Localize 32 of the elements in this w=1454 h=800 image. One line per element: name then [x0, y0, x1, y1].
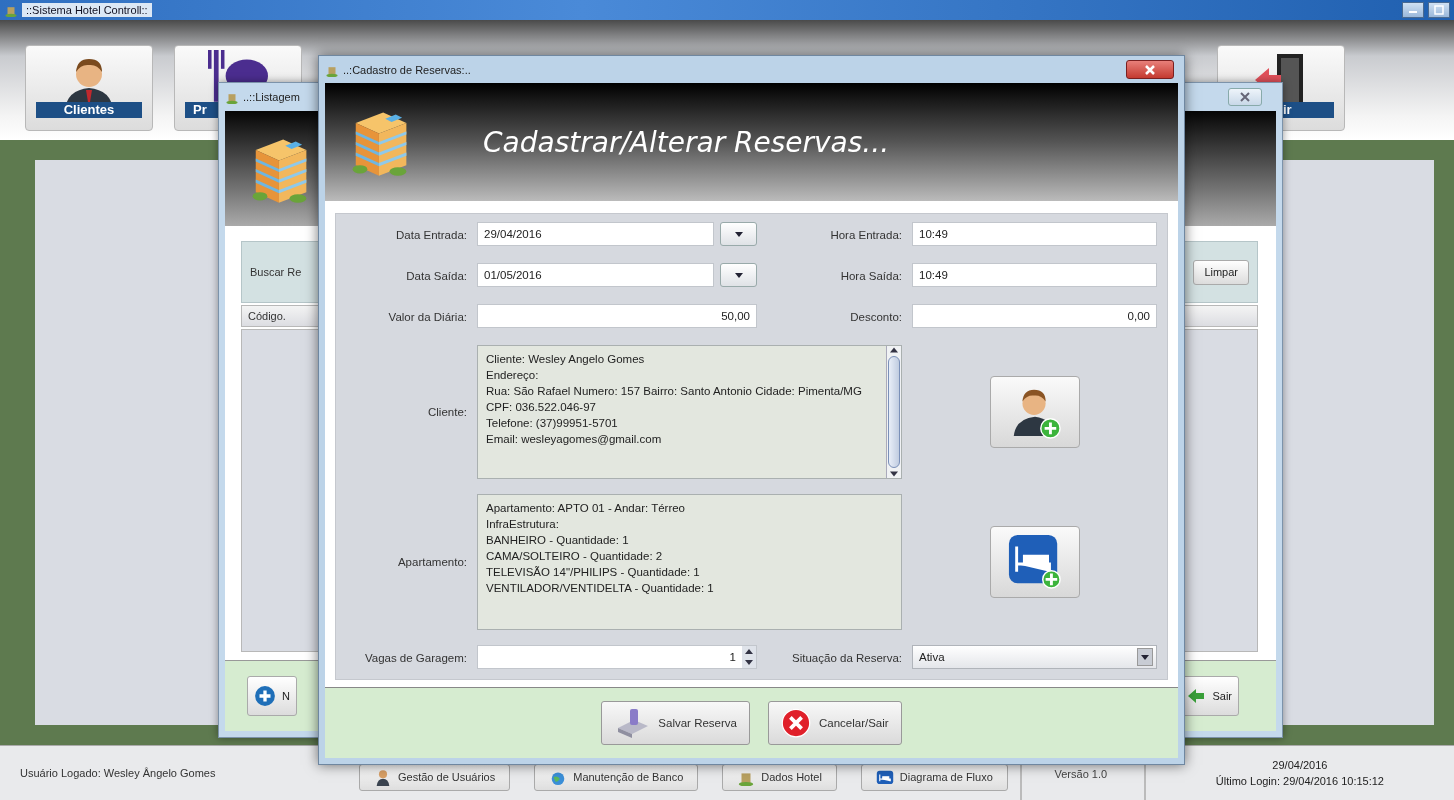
logged-user-text: Usuário Logado: Wesley Ângelo Gomes — [20, 767, 217, 779]
info-line: Telefone: (37)99951-5701 — [486, 416, 619, 431]
field-label: Desconto: — [849, 311, 902, 323]
last-login-text: Último Login: 29/04/2016 10:15:12 — [1215, 775, 1384, 787]
search-label: Buscar Re — [250, 266, 302, 278]
info-line: CAMA/SOLTEIRO - Quantidade: 2 — [486, 549, 664, 564]
info-line: Email: wesleyagomes@gmail.com — [486, 432, 663, 447]
info-line: VENTILADOR/VENTIDELTA - Quantidade: 1 — [486, 581, 715, 596]
field-label: Apartamento: — [396, 556, 467, 568]
info-line: TELEVISÃO 14"/PHILIPS - Quantidade: 1 — [486, 565, 701, 580]
field-label: Valor da Diária: — [387, 311, 467, 323]
field-label: Vagas de Garagem: — [363, 652, 467, 664]
field-label: Situação da Reserva: — [791, 652, 902, 664]
date-text: 29/04/2016 — [1272, 759, 1328, 771]
field-label: Data Saída: — [405, 270, 467, 282]
column-header: Código. — [248, 310, 286, 322]
dialog-heading: Cadastrar/Alterar Reservas... — [483, 125, 890, 159]
window-title: ..::Listagem — [243, 91, 300, 103]
info-line: Apartamento: APTO 01 - Andar: Térreo — [486, 501, 686, 516]
field-label: Cliente: — [427, 406, 467, 418]
info-line: BANHEIRO - Quantidade: 1 — [486, 533, 630, 548]
info-line: Rua: São Rafael Numero: 157 Bairro: Santo Antonio Cidade: Pimenta/MG — [486, 384, 863, 399]
info-line: CPF: 036.522.046-97 — [486, 400, 597, 415]
window-title: ..:Cadastro de Reservas:.. — [343, 63, 471, 76]
info-line: Endereço: — [486, 368, 540, 383]
field-label: Hora Entrada: — [829, 229, 902, 241]
field-label: Data Entrada: — [395, 229, 467, 241]
info-line: InfraEstrutura: — [486, 517, 560, 532]
version-text: Versão 1.0 — [1054, 768, 1108, 780]
window-title: ::Sistema Hotel Controll:: — [22, 3, 152, 17]
info-line: Cliente: Wesley Angelo Gomes — [486, 352, 646, 367]
field-label: Hora Saída: — [839, 270, 902, 282]
